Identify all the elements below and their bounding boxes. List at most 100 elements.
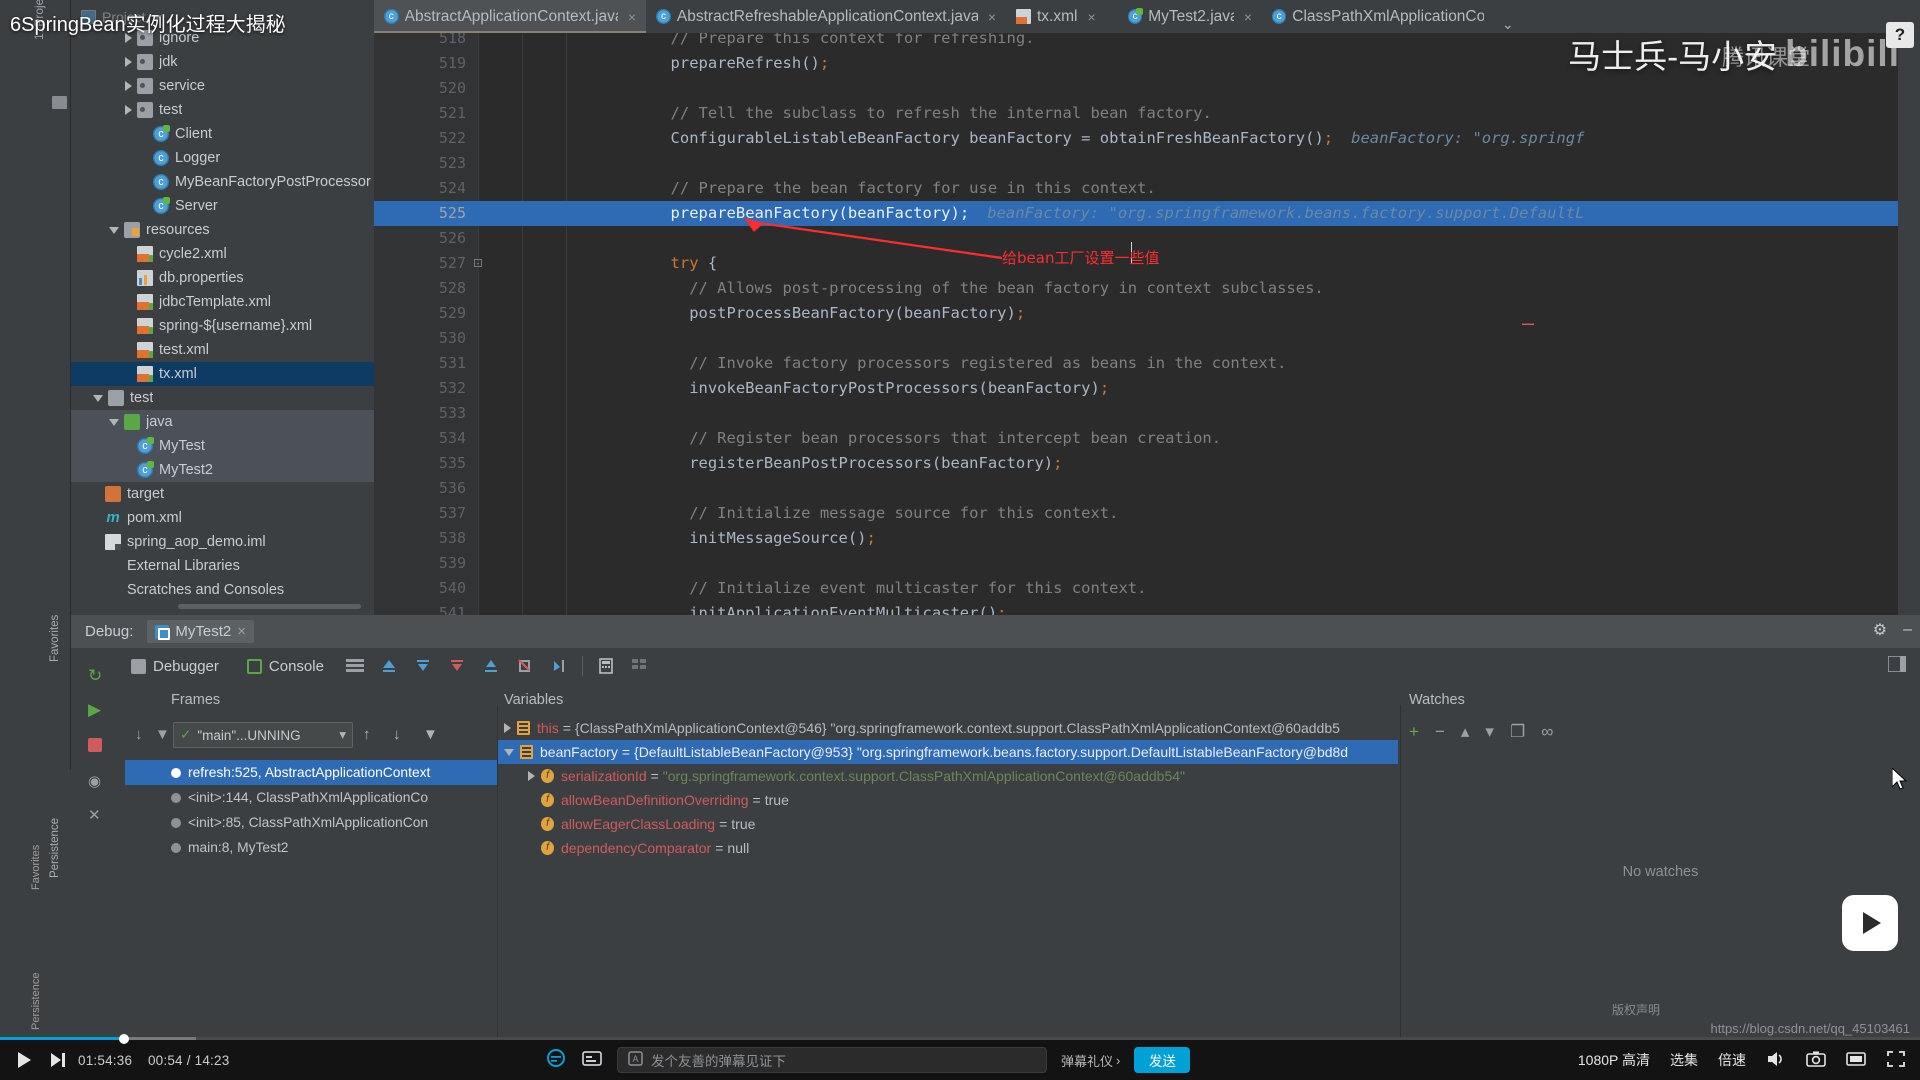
quality-selector[interactable]: 1080P 高清 (1578, 1050, 1650, 1070)
project-tree-item[interactable]: spring_aop_demo.iml (71, 530, 374, 554)
widescreen-icon[interactable] (1846, 1050, 1866, 1071)
code-line[interactable]: ConfigurableListableBeanFactory beanFact… (671, 126, 1585, 151)
tab-overflow-icon[interactable]: ⌄ (1494, 16, 1522, 33)
code-line[interactable]: initMessageSource(); (689, 526, 876, 551)
rerun-icon[interactable]: ↻ (88, 666, 108, 686)
next-episode-icon[interactable] (48, 1040, 68, 1080)
project-tree-item[interactable]: MyTest (71, 434, 374, 458)
chevron-down-icon[interactable] (504, 748, 514, 756)
run-to-cursor-icon[interactable] (542, 651, 576, 681)
volume-icon[interactable] (1766, 1050, 1786, 1071)
resume-program-icon[interactable]: ▶ (88, 700, 108, 720)
close-tab-icon[interactable]: × (1087, 9, 1095, 25)
rail-structure-icon[interactable] (52, 96, 67, 109)
playback-speed-button[interactable]: 倍速 (1718, 1050, 1746, 1070)
project-tree-item[interactable]: jdk (71, 50, 374, 74)
episode-list-button[interactable]: 选集 (1670, 1050, 1698, 1070)
tab-debugger[interactable]: Debugger (125, 658, 233, 675)
code-line[interactable]: postProcessBeanFactory(beanFactory); (689, 301, 1025, 326)
view-breakpoints-icon[interactable]: ◉ (88, 772, 108, 792)
editor-tab[interactable]: AbstractRefreshableApplicationContext.ja… (646, 0, 1006, 33)
project-tree-item[interactable]: service (71, 74, 374, 98)
move-watch-up-icon[interactable]: ▴ (1461, 722, 1470, 742)
project-tree-item[interactable]: m pom.xml (71, 506, 374, 530)
project-tree-item[interactable]: jdbcTemplate.xml (71, 290, 374, 314)
thread-selector[interactable]: ✓ "main"...UNNING ▾ (173, 722, 353, 748)
danmaku-input[interactable]: A 发个友善的弹幕见证下 (617, 1047, 1047, 1073)
progress-knob[interactable] (119, 1033, 130, 1044)
restore-layout-icon[interactable] (1887, 654, 1907, 677)
copy-watch-icon[interactable]: ❐ (1510, 722, 1525, 742)
variable-row[interactable]: this = {ClassPathXmlApplicationContext@546… (498, 716, 1340, 740)
stop-icon[interactable] (88, 738, 102, 752)
chevron-right-icon[interactable] (125, 81, 132, 91)
variable-row[interactable]: beanFactory = {DefaultListableBeanFactory@… (498, 740, 1398, 764)
chevron-down-icon[interactable] (93, 394, 103, 402)
frames-up-icon[interactable]: ↑ (363, 726, 371, 743)
project-tree-item[interactable]: tx.xml (71, 362, 374, 386)
link-watch-icon[interactable]: ∞ (1541, 722, 1553, 742)
tab-console[interactable]: Console (233, 658, 338, 675)
fullscreen-icon[interactable] (1886, 1050, 1906, 1071)
close-tab-icon[interactable]: × (988, 9, 996, 25)
code-line[interactable]: // Initialize message source for this co… (689, 501, 1118, 526)
chevron-right-icon[interactable] (528, 771, 535, 781)
close-tab-icon[interactable]: × (628, 9, 636, 25)
danmaku-style-icon[interactable]: A (628, 1051, 643, 1069)
settings-grid-icon[interactable] (623, 651, 657, 681)
code-fold-icon[interactable]: - (474, 259, 482, 268)
step-out-icon[interactable] (474, 651, 508, 681)
code-line[interactable]: // Prepare this context for refreshing. (671, 33, 1035, 51)
project-tree-item[interactable]: cycle2.xml (71, 242, 374, 266)
gear-icon[interactable]: ⚙ (1873, 620, 1887, 640)
chevron-down-icon[interactable] (109, 226, 119, 234)
chevron-right-icon[interactable] (125, 57, 132, 67)
variable-row[interactable]: serializationId="org.springframework.con… (498, 764, 1185, 788)
player-right-controls[interactable]: 1080P 高清 选集 倍速 (1578, 1040, 1906, 1080)
project-tree[interactable]: ignorejdkservicetestClientLoggerMyBeanFa… (71, 26, 374, 602)
code-line[interactable]: // Invoke factory processors registered … (689, 351, 1286, 376)
danmaku-etiquette-link[interactable]: 弹幕礼仪 › (1061, 1051, 1120, 1070)
project-tree-item[interactable]: test.xml (71, 338, 374, 362)
editor-tab[interactable]: tx.xml × (1006, 0, 1118, 33)
editor-tab[interactable]: AbstractApplicationContext.java × (374, 0, 646, 33)
remove-watch-icon[interactable]: − (1435, 722, 1445, 742)
variable-row[interactable]: allowBeanDefinitionOverriding=true (498, 788, 789, 812)
debug-rail-favorites[interactable]: Favorites (49, 615, 61, 662)
project-tree-item[interactable]: java (71, 410, 374, 434)
step-over-icon[interactable] (406, 651, 440, 681)
step-into-icon[interactable] (440, 651, 474, 681)
debugger-tabs-and-stepping-toolbar[interactable]: Debugger Console (125, 648, 1920, 684)
frames-down-icon[interactable]: ↓ (393, 726, 401, 743)
minimize-icon[interactable]: – (1903, 621, 1912, 639)
project-tree-item[interactable]: Scratches and Consoles (71, 578, 374, 602)
danmaku-controls[interactable]: A 发个友善的弹幕见证下 弹幕礼仪 › 发送 (545, 1040, 1191, 1080)
frames-filter-icon[interactable]: ▼ (155, 726, 170, 743)
variable-row[interactable]: dependencyComparator=null (498, 836, 749, 860)
project-tree-item[interactable]: target (71, 482, 374, 506)
project-tree-item[interactable]: External Libraries (71, 554, 374, 578)
variable-row[interactable]: allowEagerClassLoading=true (498, 812, 755, 836)
code-line[interactable]: // Register bean processors that interce… (689, 426, 1221, 451)
watches-toolbar[interactable]: + − ▴ ▾ ❐ ∞ (1409, 722, 1553, 742)
editor-tab[interactable]: ClassPathXmlApplicationCon (1262, 0, 1494, 33)
stack-frame-row[interactable]: main:8, MyTest2 (125, 835, 288, 860)
code-line[interactable]: // Initialize event multicaster for this… (689, 576, 1146, 601)
evaluate-expression-icon[interactable] (589, 651, 623, 681)
screenshot-icon[interactable] (1806, 1050, 1826, 1071)
chevron-down-icon[interactable] (109, 418, 119, 426)
stack-frame-row[interactable]: <init>:85, ClassPathXmlApplicationCon (125, 810, 428, 835)
debug-session-tab[interactable]: MyTest2 × (147, 620, 254, 643)
code-line[interactable]: invokeBeanFactoryPostProcessors(beanFact… (689, 376, 1109, 401)
project-tree-item[interactable]: resources (71, 218, 374, 242)
rail-favorites-label[interactable]: Favorites (30, 845, 42, 890)
code-line[interactable]: prepareRefresh(); (671, 51, 830, 76)
project-tree-item[interactable]: MyTest2 (71, 458, 374, 482)
project-tree-item[interactable]: test (71, 386, 374, 410)
mute-breakpoints-icon[interactable]: ✕ (88, 806, 108, 826)
force-step-into-icon[interactable] (508, 651, 542, 681)
stack-frame-row[interactable]: refresh:525, AbstractApplicationContext (125, 760, 497, 785)
code-line[interactable]: try { (671, 251, 718, 276)
project-tree-item[interactable]: MyBeanFactoryPostProcessor (71, 170, 374, 194)
project-tree-item[interactable]: Client (71, 122, 374, 146)
